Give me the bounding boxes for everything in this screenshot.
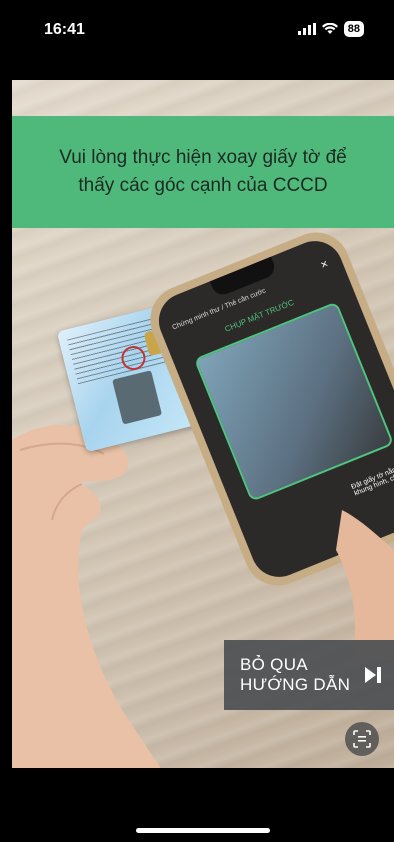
document-scan-icon xyxy=(353,730,371,748)
card-photo xyxy=(112,370,163,425)
instruction-line-1: Vui lòng thực hiện xoay giấy tờ để xyxy=(59,147,347,168)
signal-icon xyxy=(297,23,316,35)
phone-hint: Đặt giấy tờ nằm vừa khung hình, chụp đủ … xyxy=(350,461,394,498)
status-icons: 88 xyxy=(297,21,364,37)
wifi-icon xyxy=(321,23,338,34)
skip-tutorial-button[interactable]: BỎ QUA HƯỚNG DẪN xyxy=(224,640,394,710)
status-bar: 16:41 88 xyxy=(0,0,394,52)
status-time: 16:41 xyxy=(44,21,85,38)
skip-next-icon xyxy=(365,667,381,683)
tutorial-video: Vui lòng thực hiện xoay giấy tờ để thấy … xyxy=(12,80,394,768)
home-indicator[interactable] xyxy=(136,828,270,833)
skip-label-line-1: BỎ QUA xyxy=(240,655,308,674)
document-scan-button[interactable] xyxy=(345,722,379,756)
instruction-line-2: thấy các góc cạnh của CCCD xyxy=(78,175,328,196)
skip-tutorial-label: BỎ QUA HƯỚNG DẪN xyxy=(240,655,350,695)
right-hand-image xyxy=(336,510,394,660)
skip-label-line-2: HƯỚNG DẪN xyxy=(240,675,351,694)
close-icon: × xyxy=(318,256,331,273)
instruction-text: Vui lòng thực hiện xoay giấy tờ để thấy … xyxy=(41,144,364,200)
instruction-banner: Vui lòng thực hiện xoay giấy tờ để thấy … xyxy=(12,116,394,228)
battery-icon: 88 xyxy=(343,21,364,37)
